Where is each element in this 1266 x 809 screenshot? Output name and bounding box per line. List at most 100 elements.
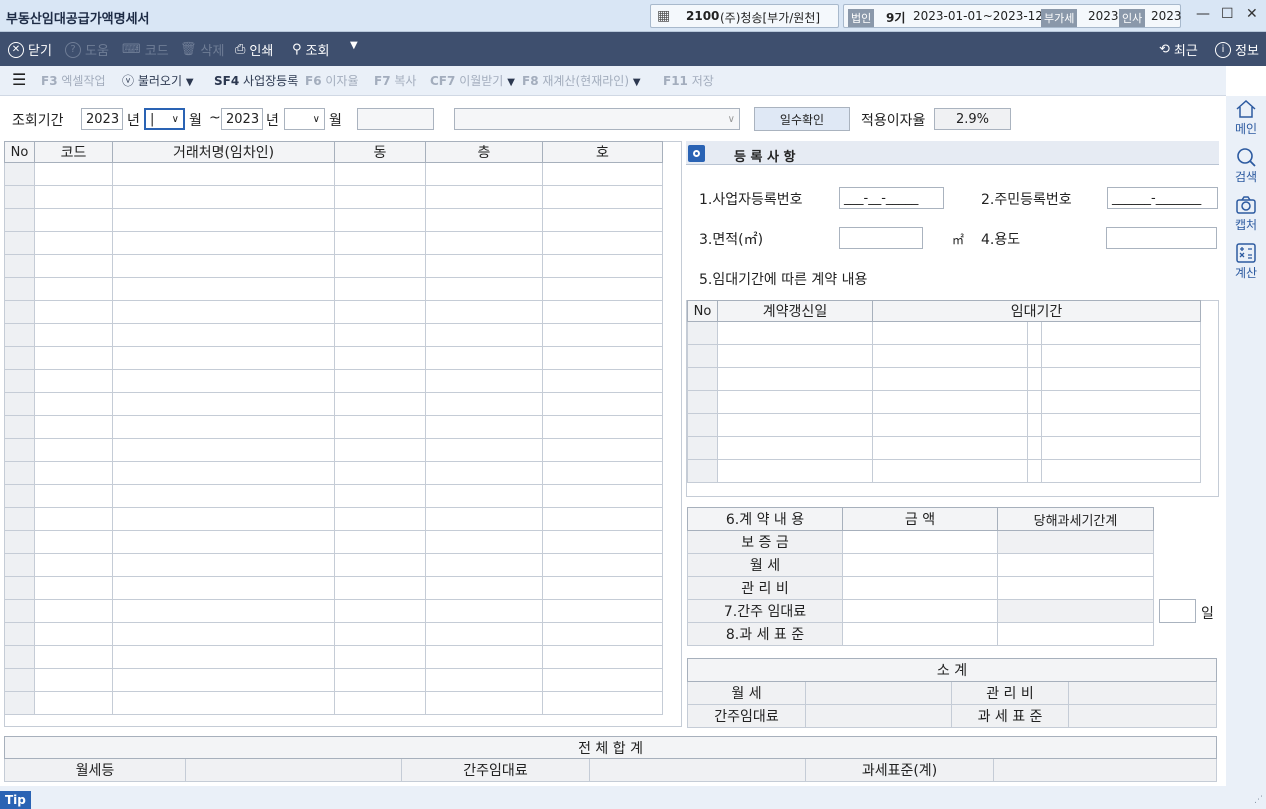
table-cell[interactable] — [4, 392, 35, 416]
table-row[interactable] — [4, 346, 663, 370]
table-cell[interactable] — [112, 369, 335, 393]
table-cell[interactable] — [4, 346, 35, 370]
table-cell[interactable] — [542, 691, 663, 715]
table-cell[interactable] — [334, 323, 426, 347]
contract-cell[interactable] — [687, 413, 718, 437]
contract-row[interactable] — [687, 321, 1202, 345]
table-cell[interactable] — [34, 484, 113, 508]
save-button[interactable]: F11 저장 — [663, 72, 714, 89]
table-cell[interactable] — [4, 576, 35, 600]
table-row[interactable] — [4, 461, 663, 485]
table-cell[interactable] — [334, 254, 426, 278]
table-cell[interactable] — [542, 185, 663, 209]
area-input[interactable] — [839, 227, 923, 249]
contract-cell[interactable] — [717, 321, 873, 345]
contract-row[interactable] — [687, 367, 1202, 391]
table-row[interactable] — [4, 162, 663, 186]
table-cell[interactable] — [542, 254, 663, 278]
table-row[interactable] — [4, 254, 663, 278]
resize-grip-icon[interactable]: ⋰ — [1254, 795, 1263, 805]
maximize-icon[interactable]: ☐ — [1221, 6, 1234, 22]
table-cell[interactable] — [542, 530, 663, 554]
table-row[interactable] — [4, 691, 663, 715]
table-cell[interactable] — [425, 254, 543, 278]
table-cell[interactable] — [334, 392, 426, 416]
table-cell[interactable] — [4, 369, 35, 393]
table-cell[interactable] — [425, 461, 543, 485]
table-cell[interactable] — [34, 599, 113, 623]
days-input[interactable] — [1159, 599, 1196, 623]
table-cell[interactable] — [112, 484, 335, 508]
mgmt-fee-amount[interactable] — [842, 576, 998, 600]
table-cell[interactable] — [34, 346, 113, 370]
contract-cell[interactable] — [1040, 321, 1202, 345]
table-cell[interactable] — [425, 645, 543, 669]
site-select[interactable]: ∨ — [454, 108, 740, 130]
table-cell[interactable] — [112, 599, 335, 623]
interest-rate-button[interactable]: F6 이자율 — [305, 72, 359, 89]
table-cell[interactable] — [4, 668, 35, 692]
contract-cell[interactable] — [687, 390, 718, 414]
table-cell[interactable] — [425, 438, 543, 462]
table-cell[interactable] — [4, 691, 35, 715]
contract-cell[interactable] — [687, 436, 718, 460]
table-cell[interactable] — [425, 392, 543, 416]
table-row[interactable] — [4, 392, 663, 416]
contract-cell[interactable] — [1027, 459, 1042, 483]
search-button[interactable]: ⚲ 조회 — [292, 40, 329, 59]
table-row[interactable] — [4, 668, 663, 692]
table-cell[interactable] — [542, 576, 663, 600]
minimize-icon[interactable]: — — [1196, 6, 1210, 22]
monthly-rent-total[interactable] — [997, 553, 1154, 577]
table-cell[interactable] — [334, 484, 426, 508]
table-cell[interactable] — [112, 323, 335, 347]
contract-cell[interactable] — [1027, 390, 1042, 414]
table-cell[interactable] — [334, 369, 426, 393]
query-extra-input[interactable] — [357, 108, 434, 130]
table-cell[interactable] — [4, 185, 35, 209]
recalc-button[interactable]: F8 재계산(현재라인) ▼ — [522, 72, 641, 89]
contract-cell[interactable] — [872, 390, 1028, 414]
table-cell[interactable] — [112, 438, 335, 462]
monthly-rent-amount[interactable] — [842, 553, 998, 577]
contract-cell[interactable] — [872, 413, 1028, 437]
table-row[interactable] — [4, 231, 663, 255]
table-cell[interactable] — [4, 599, 35, 623]
table-cell[interactable] — [425, 185, 543, 209]
table-cell[interactable] — [542, 277, 663, 301]
table-cell[interactable] — [34, 369, 113, 393]
table-cell[interactable] — [542, 323, 663, 347]
table-cell[interactable] — [4, 553, 35, 577]
table-cell[interactable] — [542, 507, 663, 531]
use-input[interactable] — [1106, 227, 1217, 249]
table-row[interactable] — [4, 622, 663, 646]
contract-cell[interactable] — [1040, 459, 1202, 483]
table-cell[interactable] — [112, 645, 335, 669]
table-cell[interactable] — [34, 208, 113, 232]
table-cell[interactable] — [542, 300, 663, 324]
table-cell[interactable] — [542, 599, 663, 623]
table-cell[interactable] — [4, 277, 35, 301]
table-cell[interactable] — [4, 530, 35, 554]
table-row[interactable] — [4, 208, 663, 232]
table-cell[interactable] — [34, 438, 113, 462]
table-row[interactable] — [4, 277, 663, 301]
table-cell[interactable] — [334, 438, 426, 462]
table-row[interactable] — [4, 415, 663, 439]
contract-cell[interactable] — [1027, 344, 1042, 368]
table-cell[interactable] — [112, 277, 335, 301]
table-cell[interactable] — [425, 300, 543, 324]
contract-row[interactable] — [687, 459, 1202, 483]
table-row[interactable] — [4, 300, 663, 324]
to-year-input[interactable]: 2023 — [221, 108, 263, 130]
table-row[interactable] — [4, 323, 663, 347]
contract-row[interactable] — [687, 436, 1202, 460]
table-cell[interactable] — [425, 323, 543, 347]
table-cell[interactable] — [425, 553, 543, 577]
table-cell[interactable] — [334, 622, 426, 646]
table-cell[interactable] — [34, 461, 113, 485]
contract-cell[interactable] — [1027, 367, 1042, 391]
table-cell[interactable] — [4, 208, 35, 232]
table-cell[interactable] — [542, 231, 663, 255]
table-cell[interactable] — [34, 277, 113, 301]
